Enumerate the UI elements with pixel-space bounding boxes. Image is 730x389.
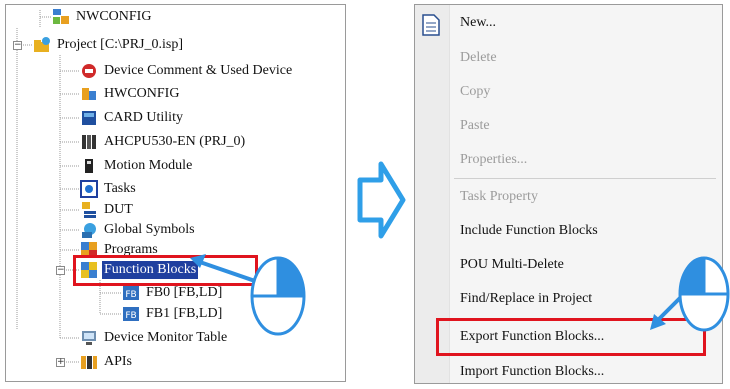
menu-separator [454,178,716,179]
menu-item-include-function-blocks[interactable]: Include Function Blocks [460,221,598,241]
menu-item-new[interactable]: New... [460,13,496,33]
cpu-icon [80,133,98,151]
tree-item-label: Project [C:\PRJ_0.isp] [57,37,184,52]
tree-item-card-utility[interactable]: CARD Utility [80,108,185,128]
next-step-arrow-icon [357,161,406,239]
tree-item-label: CARD Utility [104,110,183,125]
dut-icon [80,201,98,219]
tree-item-label: DUT [104,202,133,217]
monitor-table-icon [80,329,98,347]
menu-item-find-replace[interactable]: Find/Replace in Project [460,289,592,309]
tree-item-global-symbols[interactable]: Global Symbols [80,220,197,240]
tree-item-label: APIs [104,354,133,369]
new-document-icon [421,14,441,41]
tree-item-dut[interactable]: DUT [80,200,135,220]
menu-item-task-property: Task Property [460,189,538,204]
svg-text:FB: FB [125,311,136,321]
tree-item-nwconfig[interactable]: NWCONFIG [52,7,153,27]
motion-module-icon [80,157,98,175]
global-symbols-icon [80,221,98,239]
project-collapse-toggle[interactable]: − [13,41,22,50]
function-block-icon: FB [122,305,140,323]
tree-item-label: Device Comment & Used Device [104,63,293,78]
tree-item-tasks[interactable]: Tasks [80,179,138,199]
device-comment-icon [80,62,98,80]
tree-item-label: Global Symbols [104,222,195,237]
tree-item-label: Tasks [104,181,136,196]
menu-item-pou-multi-delete[interactable]: POU Multi-Delete [460,255,564,275]
tree-item-label: AHCPU530-EN (PRJ_0) [104,134,246,149]
tree-item-project[interactable]: Project [C:\PRJ_0.isp] [33,35,185,55]
card-icon [80,109,98,127]
menu-item-properties: Properties... [460,152,528,167]
tree-item-apis[interactable]: APIs [80,352,134,372]
menu-item-delete: Delete [460,50,497,65]
apis-expand-toggle[interactable]: + [56,358,65,367]
svg-text:FB: FB [125,290,136,300]
hardware-config-icon [80,85,98,103]
project-folder-icon [33,36,51,54]
right-click-mouse-icon [190,254,306,336]
tree-item-hwconfig[interactable]: HWCONFIG [80,84,181,104]
tree-item-label: Motion Module [104,158,193,173]
tree-item-label: NWCONFIG [76,9,152,24]
tasks-icon [80,180,98,198]
network-config-icon [52,8,70,26]
menu-item-paste: Paste [460,118,490,133]
tree-item-motion-module[interactable]: Motion Module [80,156,194,176]
tree-item-cpu[interactable]: AHCPU530-EN (PRJ_0) [80,132,247,152]
menu-item-copy: Copy [460,84,491,99]
menu-item-import-function-blocks[interactable]: Import Function Blocks... [460,362,604,382]
function-blocks-collapse-toggle[interactable]: − [56,266,65,275]
apis-icon [80,353,98,371]
left-click-mouse-icon [650,256,730,332]
tree-item-label: HWCONFIG [104,86,180,101]
function-block-icon: FB [122,284,140,302]
tree-item-device-comment[interactable]: Device Comment & Used Device [80,61,294,81]
